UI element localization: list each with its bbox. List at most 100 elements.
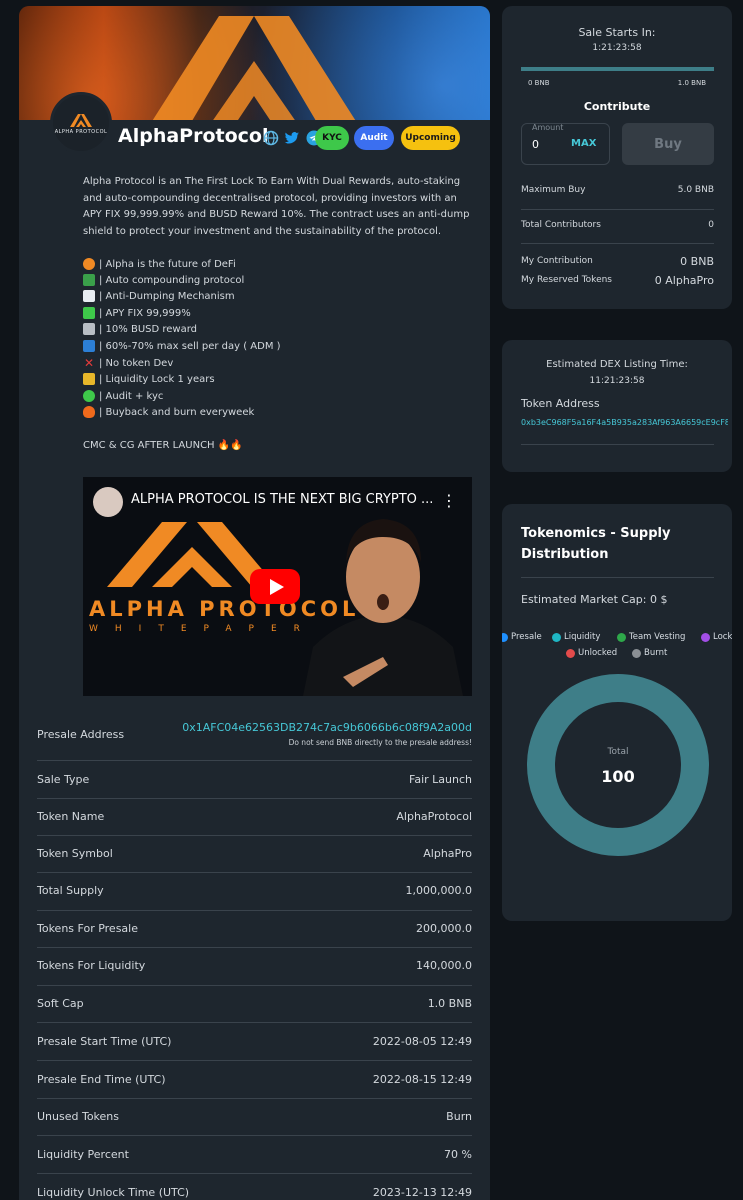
channel-avatar[interactable] (93, 487, 123, 517)
buy-button[interactable]: Buy (622, 123, 714, 165)
info-row: Tokens For Presale 200,000.0 (37, 911, 472, 948)
row-value: Fair Launch (409, 773, 472, 786)
presenter-image (303, 519, 463, 696)
project-description: Alpha Protocol is an The First Lock To E… (83, 176, 470, 237)
status-badge: Upcoming (401, 126, 460, 150)
cmc-cg-note: CMC & CG AFTER LAUNCH 🔥🔥 (83, 439, 243, 451)
row-value: 1,000,000.0 (405, 884, 472, 897)
feature-text: | Buyback and burn everyweek (99, 406, 255, 418)
row-label: Token Symbol (37, 847, 113, 860)
row-value: 2022-08-05 12:49 (372, 1035, 472, 1048)
presale-address-link[interactable]: 0x1AFC04e62563DB274c7ac9b6066b6c08f9A2a0… (182, 721, 472, 734)
legend-label: Burnt (644, 648, 668, 658)
feature-item: | Audit + kyc (83, 389, 475, 403)
row-label: Presale Address (37, 728, 125, 741)
feature-text: | APY FIX 99,999% (99, 307, 191, 319)
info-row: Sale Type Fair Launch (37, 761, 472, 799)
row-label: Liquidity Percent (37, 1148, 129, 1161)
fire-icon (83, 406, 95, 418)
thumbnail-subtitle: WHITEPAPER (89, 624, 317, 634)
globe-icon[interactable] (263, 130, 279, 146)
row-value: AlphaPro (423, 847, 472, 860)
legend-item-unlocked[interactable]: Unlocked (566, 648, 617, 658)
tokenomics-title: Tokenomics - Supply Distribution (521, 526, 671, 562)
divider (521, 209, 714, 210)
legend-label: Team Vesting (629, 632, 686, 642)
token-address-label: Token Address (521, 397, 600, 410)
status-badge-label: Upcoming (405, 133, 456, 143)
feature-text: | 10% BUSD reward (99, 323, 197, 335)
legend-dot (632, 648, 641, 658)
twitter-icon[interactable] (284, 130, 300, 146)
alpha-logo-icon (70, 114, 92, 127)
row-value: 2022-08-15 12:49 (372, 1073, 472, 1086)
divider (521, 444, 714, 445)
dex-listing-card: Estimated DEX Listing Time: 11:21:23:58 … (502, 340, 732, 472)
logo-text: ALPHA PROTOCOL (54, 129, 108, 135)
satellite-icon (83, 323, 95, 335)
sale-progress-bar (521, 67, 714, 71)
divider (521, 243, 714, 244)
sale-card: Sale Starts In: 1:21:23:58 0 BNB 1.0 BNB… (502, 6, 732, 309)
cross-mark-icon: ✕ (83, 356, 95, 370)
progress-max: 1.0 BNB (677, 79, 706, 87)
legend-item-team-vesting[interactable]: Team Vesting (617, 632, 685, 642)
feature-item: ✕ | No token Dev (83, 356, 475, 370)
orange-circle-icon (83, 258, 95, 270)
legend-label: Unlocked (578, 648, 618, 658)
row-label: Liquidity Unlock Time (UTC) (37, 1186, 190, 1199)
donut-slice-liquidity[interactable] (527, 674, 709, 856)
youtube-video-embed[interactable]: ALPHA PROTOCOL IS THE NEXT BIG CRYPTO ..… (83, 477, 472, 696)
donut-center-value: 100 (601, 767, 635, 786)
info-row: Token Name AlphaProtocol (37, 799, 472, 836)
contributors-value: 0 (708, 220, 714, 230)
dex-listing-time: 11:21:23:58 (589, 376, 645, 386)
my-reserved-label: My Reserved Tokens (521, 275, 612, 285)
row-value: 70 % (444, 1148, 472, 1161)
max-button[interactable]: MAX (571, 138, 596, 149)
row-label: Soft Cap (37, 997, 84, 1010)
play-button[interactable] (250, 569, 300, 604)
token-address-link[interactable]: 0xb3eC968F5a16F4a5B935a283Af963A6659cE9c… (521, 418, 728, 427)
donut-center-label: Total (607, 747, 629, 757)
buy-button-label: Buy (654, 136, 682, 152)
legend-dot (701, 632, 710, 642)
dex-listing-label: Estimated DEX Listing Time: (546, 359, 688, 370)
amount-input[interactable]: Amount 0 MAX (521, 123, 610, 165)
project-title: AlphaProtocol (118, 125, 269, 147)
feature-item: | Liquidity Lock 1 years (83, 372, 475, 386)
atm-icon (83, 340, 95, 352)
info-row: Liquidity Percent 70 % (37, 1136, 472, 1174)
feature-item: | Alpha is the future of DeFi (83, 257, 475, 271)
chart-down-icon (83, 290, 95, 302)
row-value: 1.0 BNB (427, 997, 472, 1010)
chart-up-icon (83, 274, 95, 286)
legend-item-presale[interactable]: Presale (502, 632, 542, 642)
info-row: Presale End Time (UTC) 2022-08-15 12:49 (37, 1061, 472, 1099)
legend-item-liquidity[interactable]: Liquidity (552, 632, 600, 642)
legend-item-locked[interactable]: Locked (701, 632, 732, 642)
feature-text: | Audit + kyc (99, 390, 164, 402)
video-title[interactable]: ALPHA PROTOCOL IS THE NEXT BIG CRYPTO ..… (131, 492, 433, 507)
kyc-badge-label: KYC (322, 133, 342, 143)
legend-label: Presale (511, 632, 542, 642)
row-label: Sale Type (37, 773, 90, 786)
legend-item-burnt[interactable]: Burnt (632, 648, 667, 658)
amount-value[interactable]: 0 (532, 138, 539, 151)
row-label: Presale End Time (UTC) (37, 1073, 166, 1086)
legend-dot (566, 648, 575, 658)
tokenomics-card: Tokenomics - Supply Distribution Estimat… (502, 504, 732, 921)
info-row: Total Supply 1,000,000.0 (37, 873, 472, 911)
feature-item: | 60%-70% max sell per day ( ADM ) (83, 339, 475, 353)
banner-logo-graphic (152, 16, 356, 120)
info-row: Unused Tokens Burn (37, 1099, 472, 1136)
max-buy-label: Maximum Buy (521, 185, 586, 195)
feature-text: | 60%-70% max sell per day ( ADM ) (99, 340, 281, 352)
feature-item: | APY FIX 99,999% (83, 306, 475, 320)
legend-label: Liquidity (564, 632, 601, 642)
progress-min: 0 BNB (528, 79, 550, 87)
sale-progress-fill (521, 67, 714, 71)
info-row: Liquidity Unlock Time (UTC) 2023-12-13 1… (37, 1174, 472, 1200)
supply-donut-chart (527, 674, 709, 856)
feature-text: | No token Dev (99, 357, 174, 369)
